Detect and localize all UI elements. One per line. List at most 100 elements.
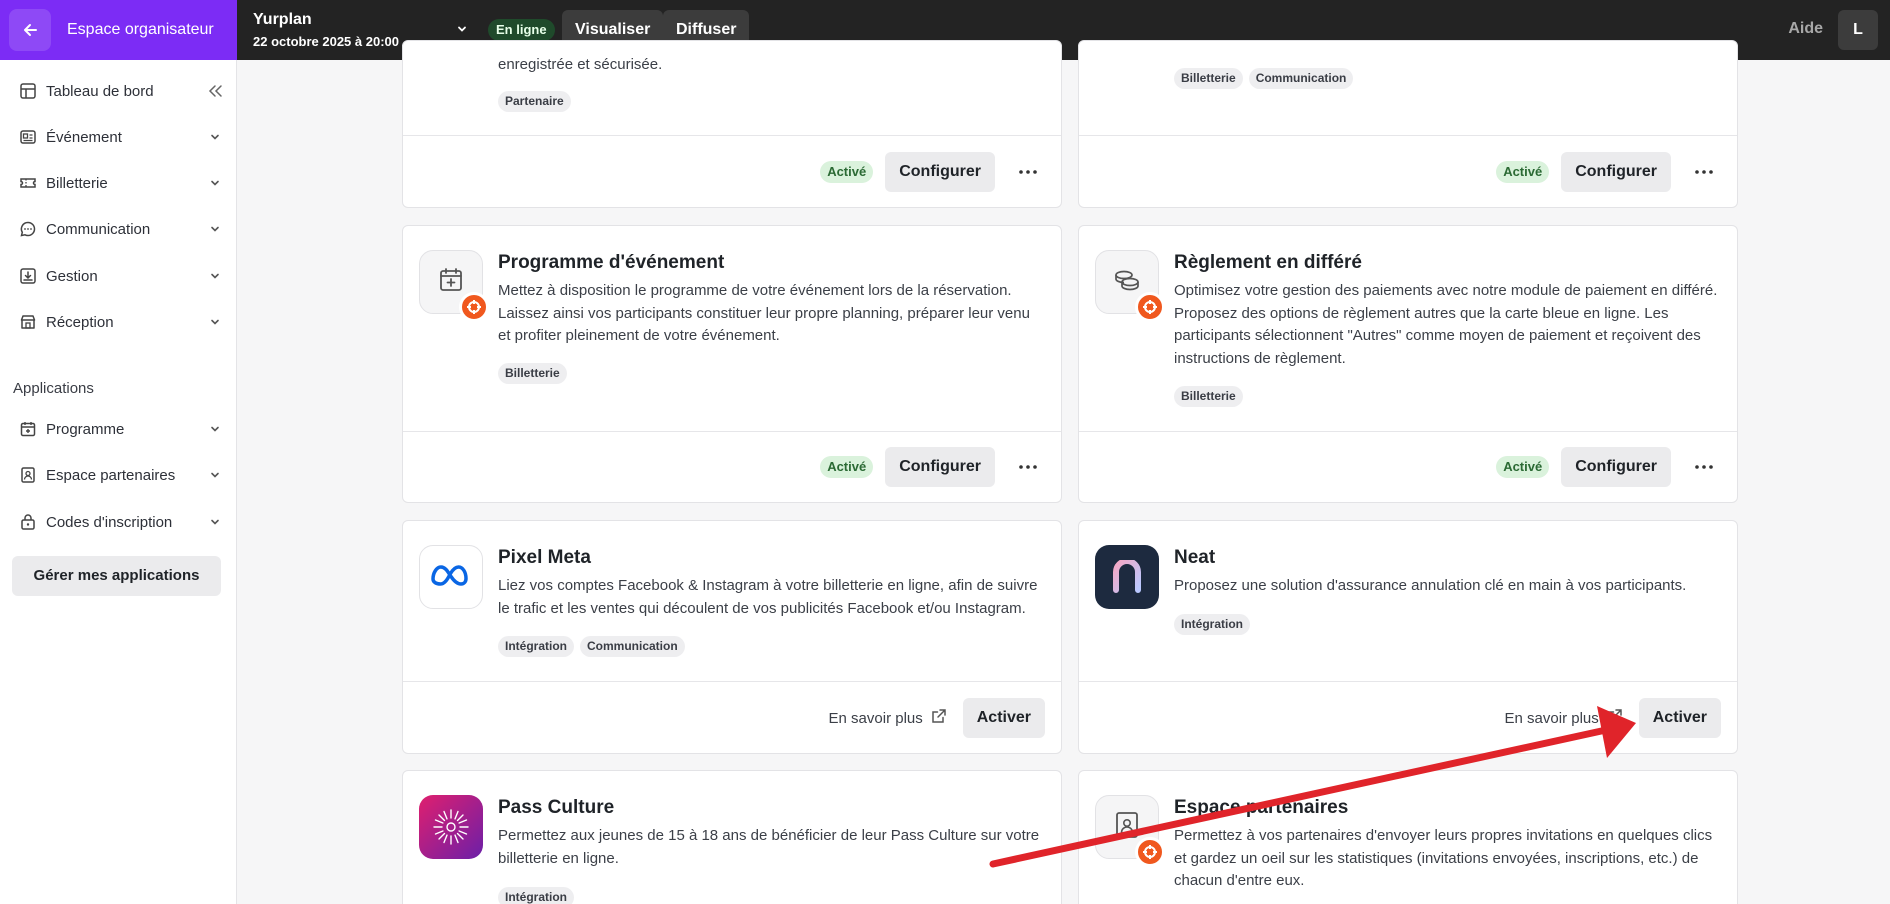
configure-button[interactable]: Configurer [1561,152,1671,192]
crosshair-badge-icon [1135,837,1165,867]
sidebar-item-event[interactable]: Événement [18,122,223,152]
tag: Billetterie [498,363,567,384]
app-title: Espace partenaires [1174,797,1349,818]
meta-logo-icon [428,562,474,593]
sidebar-item-registration-codes[interactable]: Codes d'inscription [18,507,223,537]
sidebar-item-reception[interactable]: Réception [18,307,223,337]
app-title: Pixel Meta [498,547,591,568]
manage-apps-button[interactable]: Gérer mes applications [12,556,221,596]
app-description: Liez vos comptes Facebook & Instagram à … [498,577,1038,617]
more-options-icon[interactable] [1011,450,1045,484]
configure-button[interactable]: Configurer [885,447,995,487]
tag-list: Partenaire [498,91,571,112]
app-card: enregistrée et sécurisée. Partenaire Act… [402,40,1062,208]
chevron-down-icon [207,514,223,530]
chevron-down-icon [207,467,223,483]
calendar-icon [18,419,38,439]
tag: Billetterie [1174,386,1243,407]
app-description: Optimisez votre gestion des paiements av… [1174,282,1718,367]
dashboard-icon [18,81,38,101]
sidebar-item-label: Billetterie [46,174,108,192]
app-description: Mettez à disposition le programme de vot… [498,282,1030,344]
chevron-down-icon [207,421,223,437]
more-options-icon[interactable] [1687,155,1721,189]
tag: Intégration [1174,614,1250,635]
card-footer: Activé Configurer [820,152,1045,192]
chevron-down-icon [207,314,223,330]
sidebar-item-partners[interactable]: Espace partenaires [18,460,223,490]
sidebar-item-label: Espace partenaires [46,466,176,484]
partner-badge-icon [18,465,38,485]
collapse-sidebar-icon[interactable] [207,83,223,99]
more-options-icon[interactable] [1687,450,1721,484]
sidebar-item-label: Tableau de bord [46,82,154,100]
card-divider [403,431,1061,432]
learn-more-label: En savoir plus [1504,709,1599,727]
event-name: Yurplan [253,11,312,28]
user-avatar[interactable]: L [1838,10,1878,50]
back-arrow-icon[interactable] [9,9,51,51]
sidebar-item-management[interactable]: Gestion [18,261,223,291]
app-title: Programme d'événement [498,252,725,273]
activate-button[interactable]: Activer [1638,698,1721,738]
sidebar-item-ticketing[interactable]: Billetterie [18,168,223,198]
help-link[interactable]: Aide [1788,20,1823,38]
status-badge: Activé [820,161,874,183]
card-footer: Activé Configurer [820,447,1045,487]
tag-list: Billetterie Communication [1174,68,1354,89]
chevron-down-icon [207,268,223,284]
calendar-plus-icon [437,266,465,299]
lock-code-icon [18,512,38,532]
store-icon [18,312,38,332]
applications-section-title: Applications [13,380,94,397]
card-footer: En savoir plus Activer [829,698,1045,738]
tag: Communication [580,636,685,657]
download-box-icon [18,266,38,286]
tag: Billetterie [1174,68,1243,89]
sidebar-item-label: Programme [46,420,125,438]
app-description: Permettez aux jeunes de 15 à 18 ans de b… [498,827,1040,867]
tag-list: Intégration Communication [498,636,685,657]
tag-list: Billetterie [1174,386,1243,407]
tag: Intégration [498,887,574,904]
tag: Partenaire [498,91,571,112]
chevron-down-icon [207,175,223,191]
sidebar-item-label: Réception [46,313,114,331]
app-card-pass-culture: Pass Culture Permettez aux jeunes de 15 … [402,770,1062,904]
online-status-badge: En ligne [488,19,555,41]
more-options-icon[interactable] [1011,155,1045,189]
pass-culture-logo-icon [419,795,483,859]
configure-button[interactable]: Configurer [885,152,995,192]
tag: Communication [1248,68,1354,89]
organizer-space-link[interactable]: Espace organisateur [0,0,237,60]
sidebar-item-dashboard[interactable]: Tableau de bord [18,76,223,106]
sidebar-item-program[interactable]: Programme [18,414,223,444]
app-card: Billetterie Communication Activé Configu… [1078,40,1738,208]
crosshair-badge-icon [1135,292,1165,322]
coins-icon [1112,265,1142,300]
card-footer: En savoir plus Activer [1505,698,1721,738]
event-date: 22 octobre 2025 à 20:00 [253,34,399,49]
app-card-neat: Neat Proposez une solution d'assurance a… [1078,520,1738,754]
card-footer: Activé Configurer [1496,447,1721,487]
configure-button[interactable]: Configurer [1561,447,1671,487]
app-card-program: Programme d'événement Mettez à dispositi… [402,225,1062,503]
chevron-down-icon [207,221,223,237]
sidebar-item-label: Événement [46,128,122,146]
sidebar-item-communication[interactable]: Communication [18,214,223,244]
app-title: Règlement en différé [1174,252,1362,273]
card-footer: Activé Configurer [1496,152,1721,192]
status-badge: Activé [820,456,874,478]
app-title: Neat [1174,547,1216,568]
card-divider [403,681,1061,682]
neat-logo-icon [1095,545,1159,609]
learn-more-label: En savoir plus [828,709,923,727]
learn-more-link[interactable]: En savoir plus [1505,708,1623,728]
sidebar-item-label: Codes d'inscription [46,513,173,531]
status-badge: Activé [1496,456,1550,478]
learn-more-link[interactable]: En savoir plus [829,708,947,728]
activate-button[interactable]: Activer [962,698,1045,738]
card-divider [1079,135,1737,136]
app-description: Permettez à vos partenaires d'envoyer le… [1174,827,1713,889]
tag-list: Intégration [1174,614,1250,635]
